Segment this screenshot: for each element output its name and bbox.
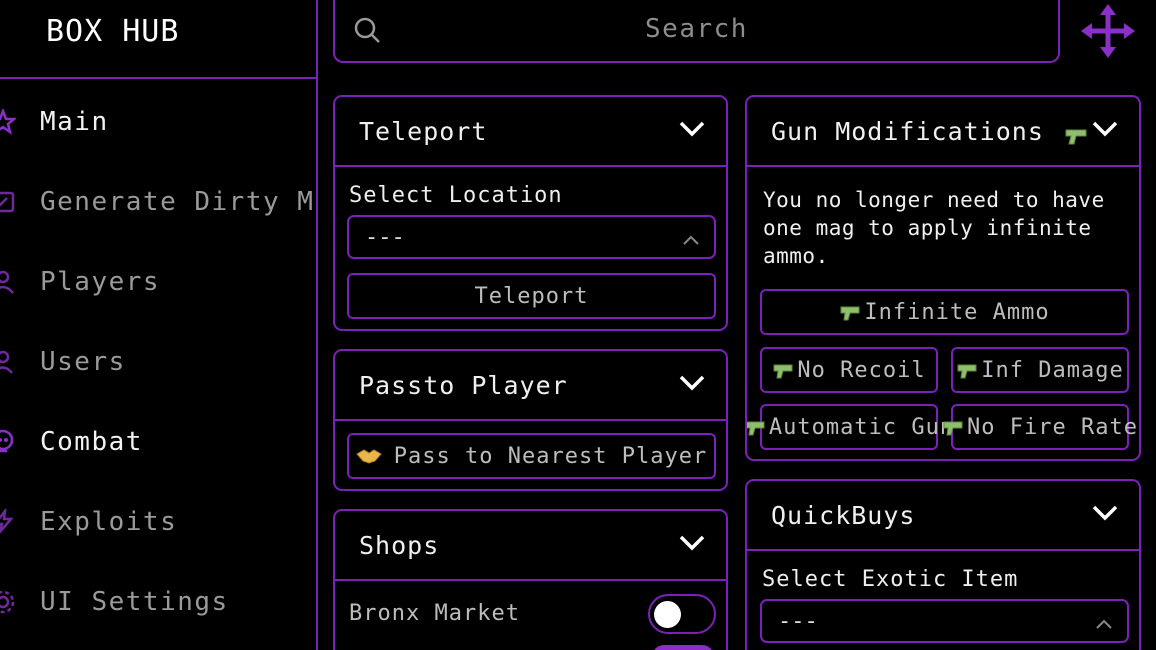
search-input[interactable]: Search: [333, 0, 1060, 63]
sidebar-item-label: Main: [40, 107, 109, 137]
water-gun-icon: [839, 303, 863, 321]
bronx-market-label: Bronx Market: [349, 601, 520, 626]
gear-icon: [0, 589, 16, 615]
bronx-market-toggle[interactable]: [648, 594, 716, 634]
sidebar-item-label: Players: [40, 267, 161, 297]
passto-player-card: Passto Player Pass to Nearest Player: [333, 349, 728, 491]
shops-title: Shops: [359, 531, 440, 560]
chevron-down-icon[interactable]: [678, 373, 706, 393]
money-icon: [0, 189, 16, 215]
exotic-item-dropdown-value: ---: [778, 609, 818, 634]
gun-modifications-description: You no longer need to have one mag to ap…: [763, 188, 1105, 268]
select-location-label: Select Location: [349, 183, 563, 208]
no-fire-rate-button[interactable]: No Fire Rate: [943, 404, 1137, 450]
pass-to-nearest-player-button[interactable]: Pass to Nearest Player: [347, 433, 716, 479]
chevron-down-icon[interactable]: [678, 119, 706, 139]
water-gun-icon: [956, 361, 980, 379]
gun-modifications-title: Gun Modifications: [771, 117, 1090, 146]
bolt-icon: [0, 509, 16, 535]
water-gun-icon: [747, 418, 768, 436]
next-shop-toggle[interactable]: [652, 645, 714, 650]
move-icon[interactable]: [1081, 4, 1135, 58]
sidebar: Main Generate Dirty Mon Players Users Co…: [0, 82, 316, 650]
no-recoil-button[interactable]: No Recoil: [760, 347, 938, 393]
quickbuys-header[interactable]: QuickBuys: [747, 481, 1139, 551]
quickbuys-title: QuickBuys: [771, 501, 916, 530]
location-dropdown[interactable]: ---: [347, 215, 716, 259]
no-fire-rate-label: No Fire Rate: [967, 414, 1138, 440]
teleport-title: Teleport: [359, 117, 488, 146]
toggle-knob: [654, 601, 681, 628]
sidebar-item-combat[interactable]: Combat: [0, 402, 316, 482]
gun-modifications-header[interactable]: Gun Modifications: [747, 97, 1139, 167]
sidebar-item-label: Exploits: [40, 507, 178, 537]
select-exotic-item-label: Select Exotic Item: [762, 567, 1019, 592]
chevron-up-icon: [1095, 615, 1113, 629]
handshake-icon: [356, 446, 382, 466]
sidebar-item-players[interactable]: Players: [0, 242, 316, 322]
user-icon: [0, 349, 16, 375]
teleport-card: Teleport Select Location --- Teleport: [333, 95, 728, 331]
automatic-gun-button[interactable]: Automatic Gun: [747, 404, 953, 450]
chevron-up-icon: [682, 231, 700, 245]
players-icon: [0, 269, 16, 295]
teleport-header[interactable]: Teleport: [335, 97, 726, 167]
automatic-gun-label: Automatic Gun: [768, 414, 955, 440]
exotic-item-dropdown[interactable]: ---: [760, 599, 1129, 643]
sidebar-item-label: Combat: [40, 427, 143, 457]
pass-to-nearest-player-label: Pass to Nearest Player: [393, 443, 708, 469]
inf-damage-label: Inf Damage: [981, 357, 1124, 383]
quickbuys-card: QuickBuys Select Exotic Item ---: [745, 479, 1141, 650]
sidebar-item-generate-dirty-money[interactable]: Generate Dirty Mon: [0, 162, 316, 242]
sidebar-item-exploits[interactable]: Exploits: [0, 482, 316, 562]
chevron-down-icon[interactable]: [678, 533, 706, 553]
app-title: BOX HUB: [46, 14, 180, 49]
header-divider: [0, 77, 317, 79]
teleport-button[interactable]: Teleport: [347, 273, 716, 319]
location-dropdown-value: ---: [365, 225, 405, 250]
shops-card: Shops Bronx Market: [333, 509, 728, 650]
gun-modifications-card: Gun Modifications You no longer need to …: [745, 95, 1141, 461]
water-gun-icon: [1064, 123, 1090, 145]
inf-damage-button[interactable]: Inf Damage: [951, 347, 1129, 393]
sidebar-item-label: Users: [40, 347, 126, 377]
no-recoil-label: No Recoil: [797, 357, 926, 383]
sidebar-item-label: Generate Dirty Mon: [40, 187, 316, 217]
sidebar-item-users[interactable]: Users: [0, 322, 316, 402]
water-gun-icon: [772, 361, 796, 379]
sidebar-item-ui-settings[interactable]: UI Settings: [0, 562, 316, 642]
water-gun-icon: [942, 418, 966, 436]
chevron-down-icon[interactable]: [1091, 503, 1119, 523]
star-icon: [0, 109, 16, 135]
sidebar-item-label: UI Settings: [40, 587, 229, 617]
passto-header[interactable]: Passto Player: [335, 351, 726, 421]
gun-modifications-title-text: Gun Modifications: [771, 117, 1044, 146]
passto-title: Passto Player: [359, 371, 568, 400]
skull-icon: [0, 429, 16, 455]
sidebar-divider: [316, 0, 318, 650]
infinite-ammo-button[interactable]: Infinite Ammo: [760, 289, 1129, 335]
chevron-down-icon[interactable]: [1091, 119, 1119, 139]
search-placeholder: Search: [645, 14, 748, 44]
infinite-ammo-label: Infinite Ammo: [864, 299, 1050, 325]
sidebar-item-main[interactable]: Main: [0, 82, 316, 162]
shops-header[interactable]: Shops: [335, 511, 726, 581]
